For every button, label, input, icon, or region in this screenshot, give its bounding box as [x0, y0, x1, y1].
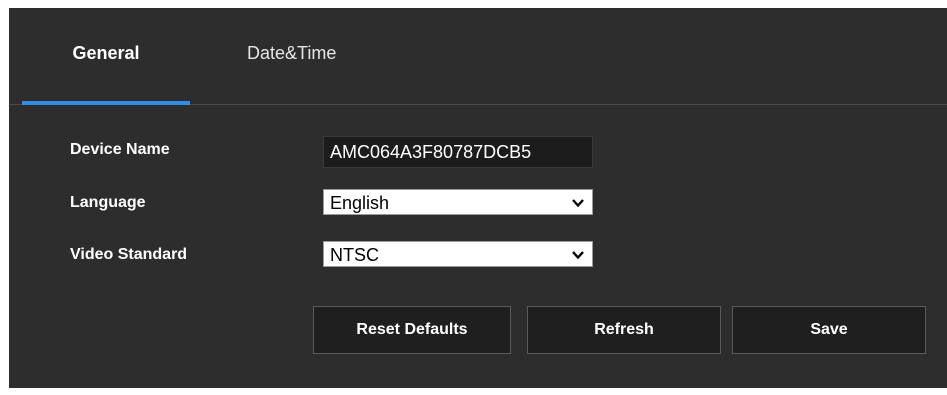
- tab-date-time-label: Date&Time: [247, 43, 337, 63]
- language-select[interactable]: English: [323, 189, 593, 215]
- video-standard-select[interactable]: NTSC: [323, 241, 593, 267]
- reset-defaults-button[interactable]: Reset Defaults: [313, 306, 511, 354]
- refresh-button[interactable]: Refresh: [527, 306, 721, 354]
- tab-general-label: General: [72, 43, 140, 63]
- general-settings-panel: General Date&Time Device Name AMC064A3F8…: [9, 8, 947, 388]
- device-name-input[interactable]: AMC064A3F80787DCB5: [323, 136, 593, 168]
- tab-general[interactable]: General: [22, 8, 190, 105]
- video-standard-label: Video Standard: [70, 246, 188, 263]
- device-name-label: Device Name: [70, 141, 170, 158]
- save-button[interactable]: Save: [732, 306, 926, 354]
- chevron-down-icon: [572, 199, 584, 208]
- video-standard-selected-value: NTSC: [330, 245, 379, 265]
- language-label: Language: [70, 194, 146, 211]
- language-selected-value: English: [330, 193, 390, 213]
- chevron-down-icon: [572, 251, 584, 260]
- tab-bar: General Date&Time: [9, 8, 947, 105]
- device-name-value: AMC064A3F80787DCB5: [330, 142, 532, 162]
- active-tab-indicator: [22, 101, 190, 105]
- tab-date-time[interactable]: Date&Time: [247, 8, 336, 104]
